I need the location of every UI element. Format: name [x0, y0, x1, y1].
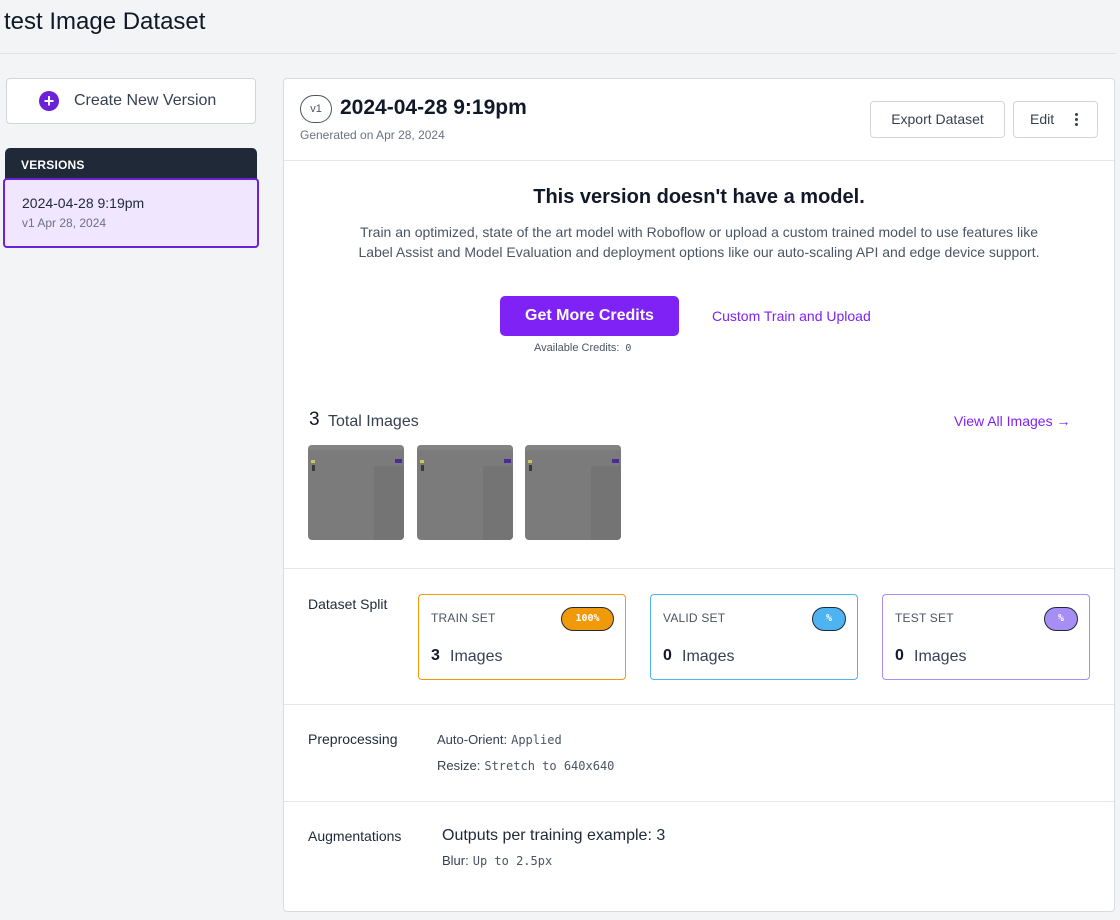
set-percent-badge: % — [812, 607, 846, 631]
set-image-count: 0 — [663, 647, 672, 664]
set-image-count: 0 — [895, 647, 904, 664]
available-credits-value: 0 — [625, 343, 632, 354]
version-card-header: v1 2024-04-28 9:19pm Generated on Apr 28… — [284, 79, 1114, 161]
section-divider — [284, 801, 1114, 802]
total-images-count: 3 — [309, 409, 320, 430]
version-list-item[interactable]: 2024-04-28 9:19pm v1 Apr 28, 2024 — [3, 178, 259, 248]
valid-set-card: VALID SET % 0 Images — [650, 594, 858, 680]
version-title: 2024-04-28 9:19pm — [340, 96, 527, 119]
preprocessing-value: Applied — [511, 733, 562, 747]
more-vertical-icon — [1075, 113, 1078, 126]
set-image-unit: Images — [914, 648, 967, 665]
get-more-credits-button[interactable]: Get More Credits — [500, 296, 679, 336]
set-name: TRAIN SET — [431, 611, 496, 625]
set-percent-badge: % — [1044, 607, 1078, 631]
available-credits-label: Available Credits: — [534, 342, 620, 354]
version-item-name: 2024-04-28 9:19pm — [22, 195, 145, 211]
edit-button[interactable]: Edit — [1013, 101, 1098, 138]
generated-date: Generated on Apr 28, 2024 — [300, 128, 445, 142]
outputs-per-example: Outputs per training example: 3 — [442, 827, 666, 844]
set-name: TEST SET — [895, 611, 954, 625]
preprocessing-key: Auto-Orient: — [437, 732, 508, 747]
set-image-count: 3 — [431, 647, 440, 664]
image-thumbnail[interactable] — [308, 445, 404, 540]
custom-train-upload-link[interactable]: Custom Train and Upload — [712, 308, 871, 324]
set-name: VALID SET — [663, 611, 726, 625]
no-model-heading: This version doesn't have a model. — [533, 186, 865, 208]
page-header: test Image Dataset — [0, 0, 1116, 54]
preprocessing-label: Preprocessing — [308, 731, 398, 747]
version-item-subtitle: v1 Apr 28, 2024 — [22, 216, 107, 230]
augmentation-item: Blur: Up to 2.5px — [442, 853, 552, 868]
image-thumbnail[interactable] — [525, 445, 621, 540]
available-credits: Available Credits: 0 — [534, 342, 631, 354]
set-image-unit: Images — [682, 648, 735, 665]
no-model-description: Train an optimized, state of the art mod… — [358, 224, 1040, 260]
versions-heading: VERSIONS — [5, 148, 257, 182]
page-title: test Image Dataset — [4, 8, 206, 35]
total-images-label: Total Images — [328, 413, 419, 430]
section-divider — [284, 568, 1114, 569]
export-dataset-button[interactable]: Export Dataset — [870, 101, 1005, 138]
dataset-split-label: Dataset Split — [308, 596, 388, 612]
augmentation-key: Blur: — [442, 853, 469, 868]
image-thumbnail[interactable] — [417, 445, 513, 540]
create-new-version-button[interactable]: + Create New Version — [6, 78, 256, 124]
augmentation-value: Up to 2.5px — [472, 854, 553, 868]
preprocessing-item: Resize: Stretch to 640x640 — [437, 758, 614, 773]
train-set-card: TRAIN SET 100% 3 Images — [418, 594, 626, 680]
view-all-images-link[interactable]: View All Images → — [954, 413, 1070, 429]
test-set-card: TEST SET % 0 Images — [882, 594, 1090, 680]
version-card: v1 2024-04-28 9:19pm Generated on Apr 28… — [283, 78, 1115, 912]
edit-button-label: Edit — [1030, 111, 1055, 127]
preprocessing-value: Stretch to 640x640 — [484, 759, 615, 773]
set-percent-badge: 100% — [561, 607, 614, 631]
plus-circle-icon: + — [39, 91, 59, 111]
preprocessing-key: Resize: — [437, 758, 481, 773]
version-badge: v1 — [300, 95, 332, 123]
augmentations-label: Augmentations — [308, 828, 402, 844]
set-image-unit: Images — [450, 648, 503, 665]
preprocessing-item: Auto-Orient: Applied — [437, 732, 562, 747]
section-divider — [284, 704, 1114, 705]
create-new-version-label: Create New Version — [74, 92, 217, 109]
